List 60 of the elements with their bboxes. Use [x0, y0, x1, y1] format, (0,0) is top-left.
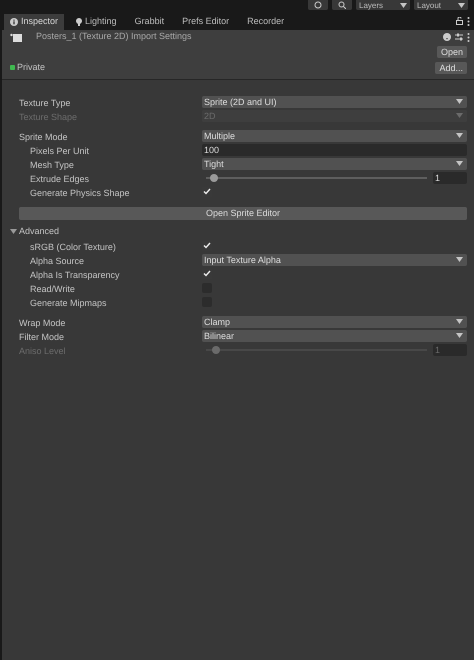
field-label: Generate Physics Shape	[30, 188, 130, 198]
light-bulb-icon	[76, 18, 82, 26]
dropdown-field[interactable]: Multiple	[202, 130, 467, 142]
panel-tab[interactable]: Inspector	[4, 14, 64, 30]
panel-tab[interactable]: Grabbit	[128, 14, 170, 30]
caret-icon	[456, 133, 463, 138]
caret-icon	[456, 161, 463, 166]
asset-label[interactable]: Private	[17, 61, 46, 74]
sliders-icon[interactable]	[455, 33, 463, 41]
caret-icon	[458, 2, 465, 8]
field-label: Sprite Mode	[19, 132, 68, 142]
caret-icon	[456, 113, 463, 118]
foldout-label[interactable]: Advanced	[19, 224, 60, 238]
dropdown-field[interactable]: Sprite (2D and UI)	[202, 96, 467, 108]
field-label: Alpha Is Transparency	[30, 270, 120, 280]
history-icon	[314, 1, 322, 9]
toolbar-dropdown[interactable]: Layout	[414, 0, 468, 10]
panel-tab[interactable]: Lighting	[70, 14, 123, 30]
check-icon	[203, 188, 211, 195]
search-button[interactable]	[332, 0, 352, 10]
field-label: Read/Write	[30, 284, 75, 294]
caret-icon	[456, 319, 463, 324]
history-button[interactable]	[308, 0, 328, 10]
field-label: Wrap Mode	[19, 318, 66, 328]
caret-icon	[456, 99, 463, 104]
number-field[interactable]: 1	[433, 172, 467, 184]
field-label: Filter Mode	[19, 332, 64, 342]
more-icon[interactable]	[467, 17, 470, 26]
inspector-title: Posters_1 (Texture 2D) Import Settings	[36, 30, 192, 44]
field-label: Pixels Per Unit	[30, 146, 90, 156]
field-label: Generate Mipmaps	[30, 298, 107, 308]
field-label: Alpha Source	[30, 256, 84, 266]
check-icon	[203, 242, 211, 249]
search-icon	[338, 1, 346, 9]
dropdown-field[interactable]: Input Texture Alpha	[202, 254, 467, 266]
caret-icon	[456, 257, 463, 262]
foldout-arrow-icon[interactable]	[10, 228, 17, 235]
caret-icon	[456, 333, 463, 338]
help-icon[interactable]	[443, 33, 451, 41]
add-button[interactable]: Add...	[435, 62, 467, 74]
caret-icon	[400, 2, 407, 8]
field-label: Extrude Edges	[30, 174, 90, 184]
dropdown-field[interactable]: Tight	[202, 158, 467, 170]
info-icon	[10, 18, 18, 26]
lock-icon[interactable]	[456, 17, 463, 25]
slider-thumb[interactable]	[210, 174, 218, 182]
check-icon	[203, 270, 211, 277]
field-label: Texture Type	[19, 98, 70, 108]
dropdown-field[interactable]: Bilinear	[202, 330, 467, 342]
panel-tab[interactable]: Recorder	[241, 14, 290, 30]
toolbar-dropdown[interactable]: Layers	[356, 0, 410, 10]
panel-tab[interactable]: Prefs Editor	[176, 14, 236, 30]
field-label: sRGB (Color Texture)	[30, 242, 116, 252]
open-button[interactable]: Open	[436, 46, 467, 58]
number-field[interactable]: 100	[202, 144, 467, 156]
open-sprite-editor-button[interactable]: Open Sprite Editor	[19, 206, 467, 220]
dropdown-field[interactable]: Clamp	[202, 316, 467, 328]
more-icon[interactable]	[467, 32, 470, 42]
field-label: Mesh Type	[30, 160, 74, 170]
texture-file-icon	[10, 32, 22, 42]
